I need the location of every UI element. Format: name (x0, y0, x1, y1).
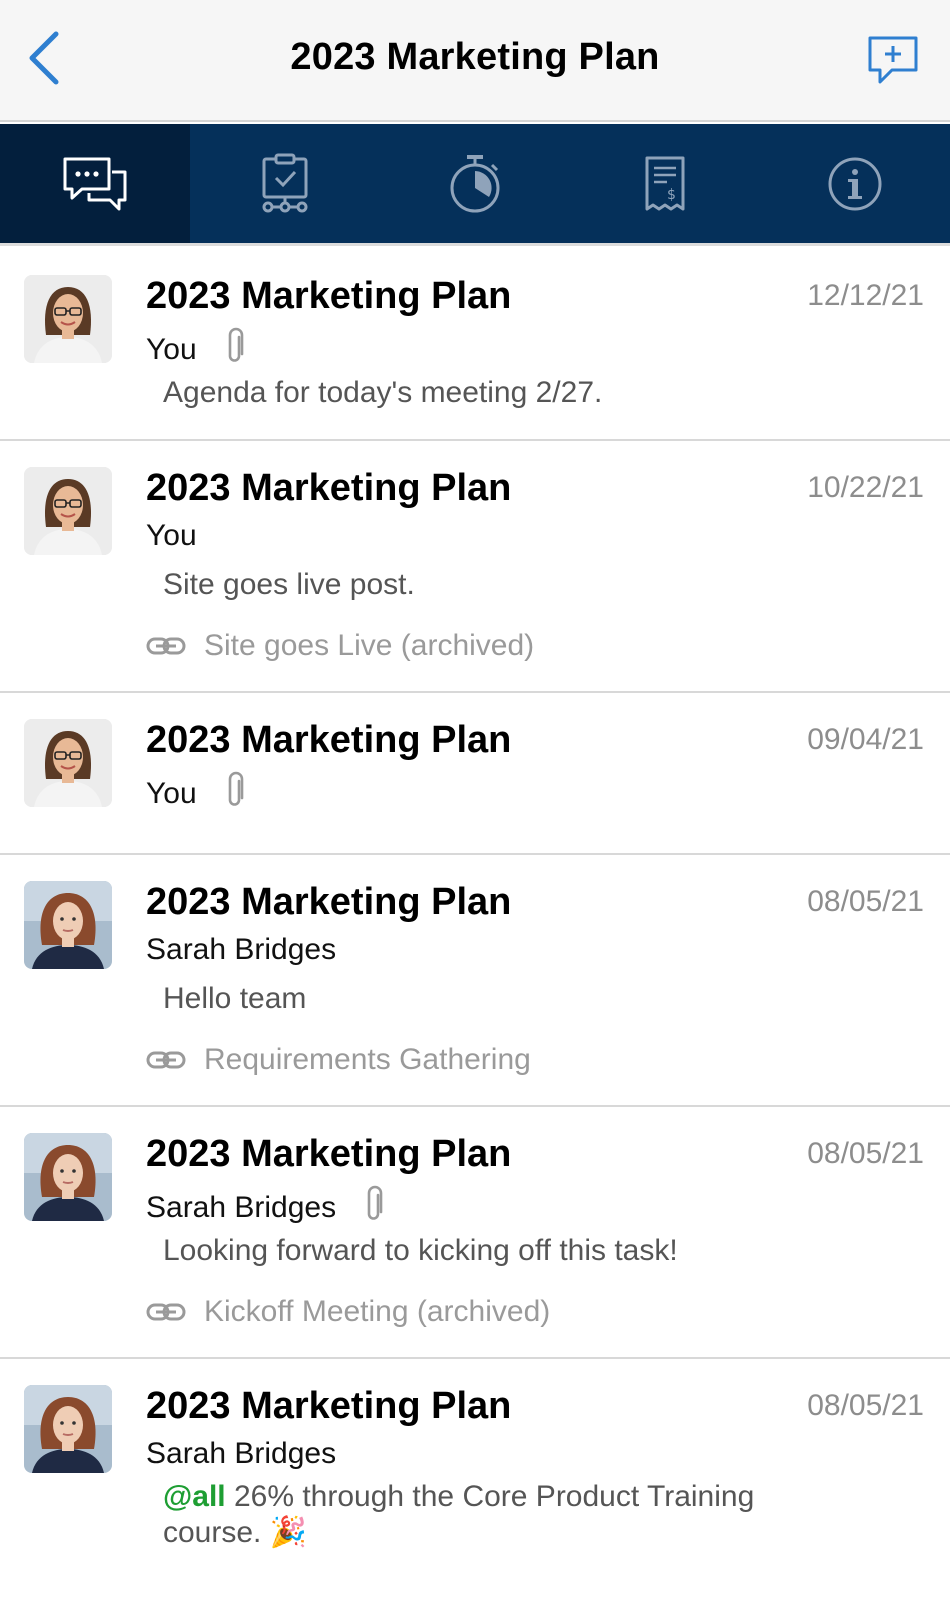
link-icon (146, 1049, 186, 1071)
message-author-row: Sarah Bridges (146, 1437, 336, 1471)
add-comment-icon (868, 36, 918, 84)
message-date: 08/05/21 (807, 1389, 924, 1422)
message-text: @all 26% through the Core Product Traini… (163, 1479, 843, 1551)
attachment-icon[interactable] (225, 327, 245, 373)
task-board-icon (262, 153, 308, 212)
message-author: You (146, 519, 197, 552)
message-date: 12/12/21 (807, 279, 924, 312)
avatar (24, 1133, 112, 1221)
linked-task[interactable]: Requirements Gathering (146, 1043, 531, 1077)
message-list: 2023 Marketing Plan 12/12/21 You Agenda … (0, 249, 950, 1589)
tab-bar: $ (0, 124, 950, 246)
message-author-row: You (146, 519, 197, 553)
message-title: 2023 Marketing Plan (146, 275, 512, 317)
message-author: Sarah Bridges (146, 1191, 337, 1224)
tab-tasks[interactable] (190, 124, 380, 243)
message-text: Site goes live post. (163, 568, 415, 601)
avatar (24, 881, 112, 969)
message-title: 2023 Marketing Plan (146, 1133, 512, 1175)
attachment-icon[interactable] (225, 771, 245, 817)
mention-tag[interactable]: @all (163, 1480, 226, 1513)
message-author: You (146, 777, 197, 810)
linked-task-label: Requirements Gathering (204, 1043, 531, 1076)
info-icon (828, 157, 882, 210)
message-title: 2023 Marketing Plan (146, 467, 512, 509)
receipt-icon: $ (645, 156, 685, 210)
message-date: 08/05/21 (807, 885, 924, 918)
message-author-row: You (146, 327, 245, 373)
page-title: 2023 Marketing Plan (290, 36, 660, 78)
message-title: 2023 Marketing Plan (146, 881, 512, 923)
message-author: Sarah Bridges (146, 1437, 337, 1470)
message-date: 09/04/21 (807, 723, 924, 756)
new-comment-button[interactable] (866, 34, 920, 88)
message-row[interactable]: 2023 Marketing Plan 12/12/21 You Agenda … (0, 249, 950, 441)
message-row[interactable]: 2023 Marketing Plan 10/22/21 You Site go… (0, 441, 950, 693)
avatar (24, 1385, 112, 1473)
tab-comments[interactable] (0, 124, 190, 243)
message-row[interactable]: 2023 Marketing Plan 08/05/21 Sarah Bridg… (0, 855, 950, 1107)
comments-icon (63, 157, 127, 210)
linked-task[interactable]: Site goes Live (archived) (146, 629, 534, 663)
attachment-icon[interactable] (364, 1185, 384, 1231)
message-date: 10/22/21 (807, 471, 924, 504)
linked-task-label: Kickoff Meeting (archived) (204, 1295, 551, 1328)
tab-expenses[interactable]: $ (570, 124, 760, 243)
message-author-row: You (146, 771, 245, 817)
message-date: 08/05/21 (807, 1137, 924, 1170)
message-row[interactable]: 2023 Marketing Plan 09/04/21 You (0, 693, 950, 855)
linked-task[interactable]: Kickoff Meeting (archived) (146, 1295, 550, 1329)
message-author-row: Sarah Bridges (146, 933, 336, 967)
message-author: You (146, 333, 197, 366)
avatar (24, 275, 112, 363)
tab-info[interactable] (760, 124, 950, 243)
svg-text:$: $ (667, 187, 676, 203)
message-text: Hello team (163, 982, 307, 1015)
message-text: Agenda for today's meeting 2/27. (163, 376, 603, 409)
message-row[interactable]: 2023 Marketing Plan 08/05/21 Sarah Bridg… (0, 1107, 950, 1359)
message-body: 26% through the Core Product Training co… (163, 1480, 755, 1549)
avatar (24, 467, 112, 555)
message-row[interactable]: 2023 Marketing Plan 08/05/21 Sarah Bridg… (0, 1359, 950, 1589)
message-title: 2023 Marketing Plan (146, 719, 512, 761)
link-icon (146, 1301, 186, 1323)
message-text: Looking forward to kicking off this task… (163, 1234, 678, 1267)
link-icon (146, 635, 186, 657)
message-author-row: Sarah Bridges (146, 1185, 384, 1231)
message-author: Sarah Bridges (146, 933, 337, 966)
linked-task-label: Site goes Live (archived) (204, 629, 535, 662)
avatar (24, 719, 112, 807)
tab-time[interactable] (380, 124, 570, 243)
top-bar: 2023 Marketing Plan (0, 0, 950, 122)
message-title: 2023 Marketing Plan (146, 1385, 512, 1427)
timer-icon (450, 154, 500, 212)
